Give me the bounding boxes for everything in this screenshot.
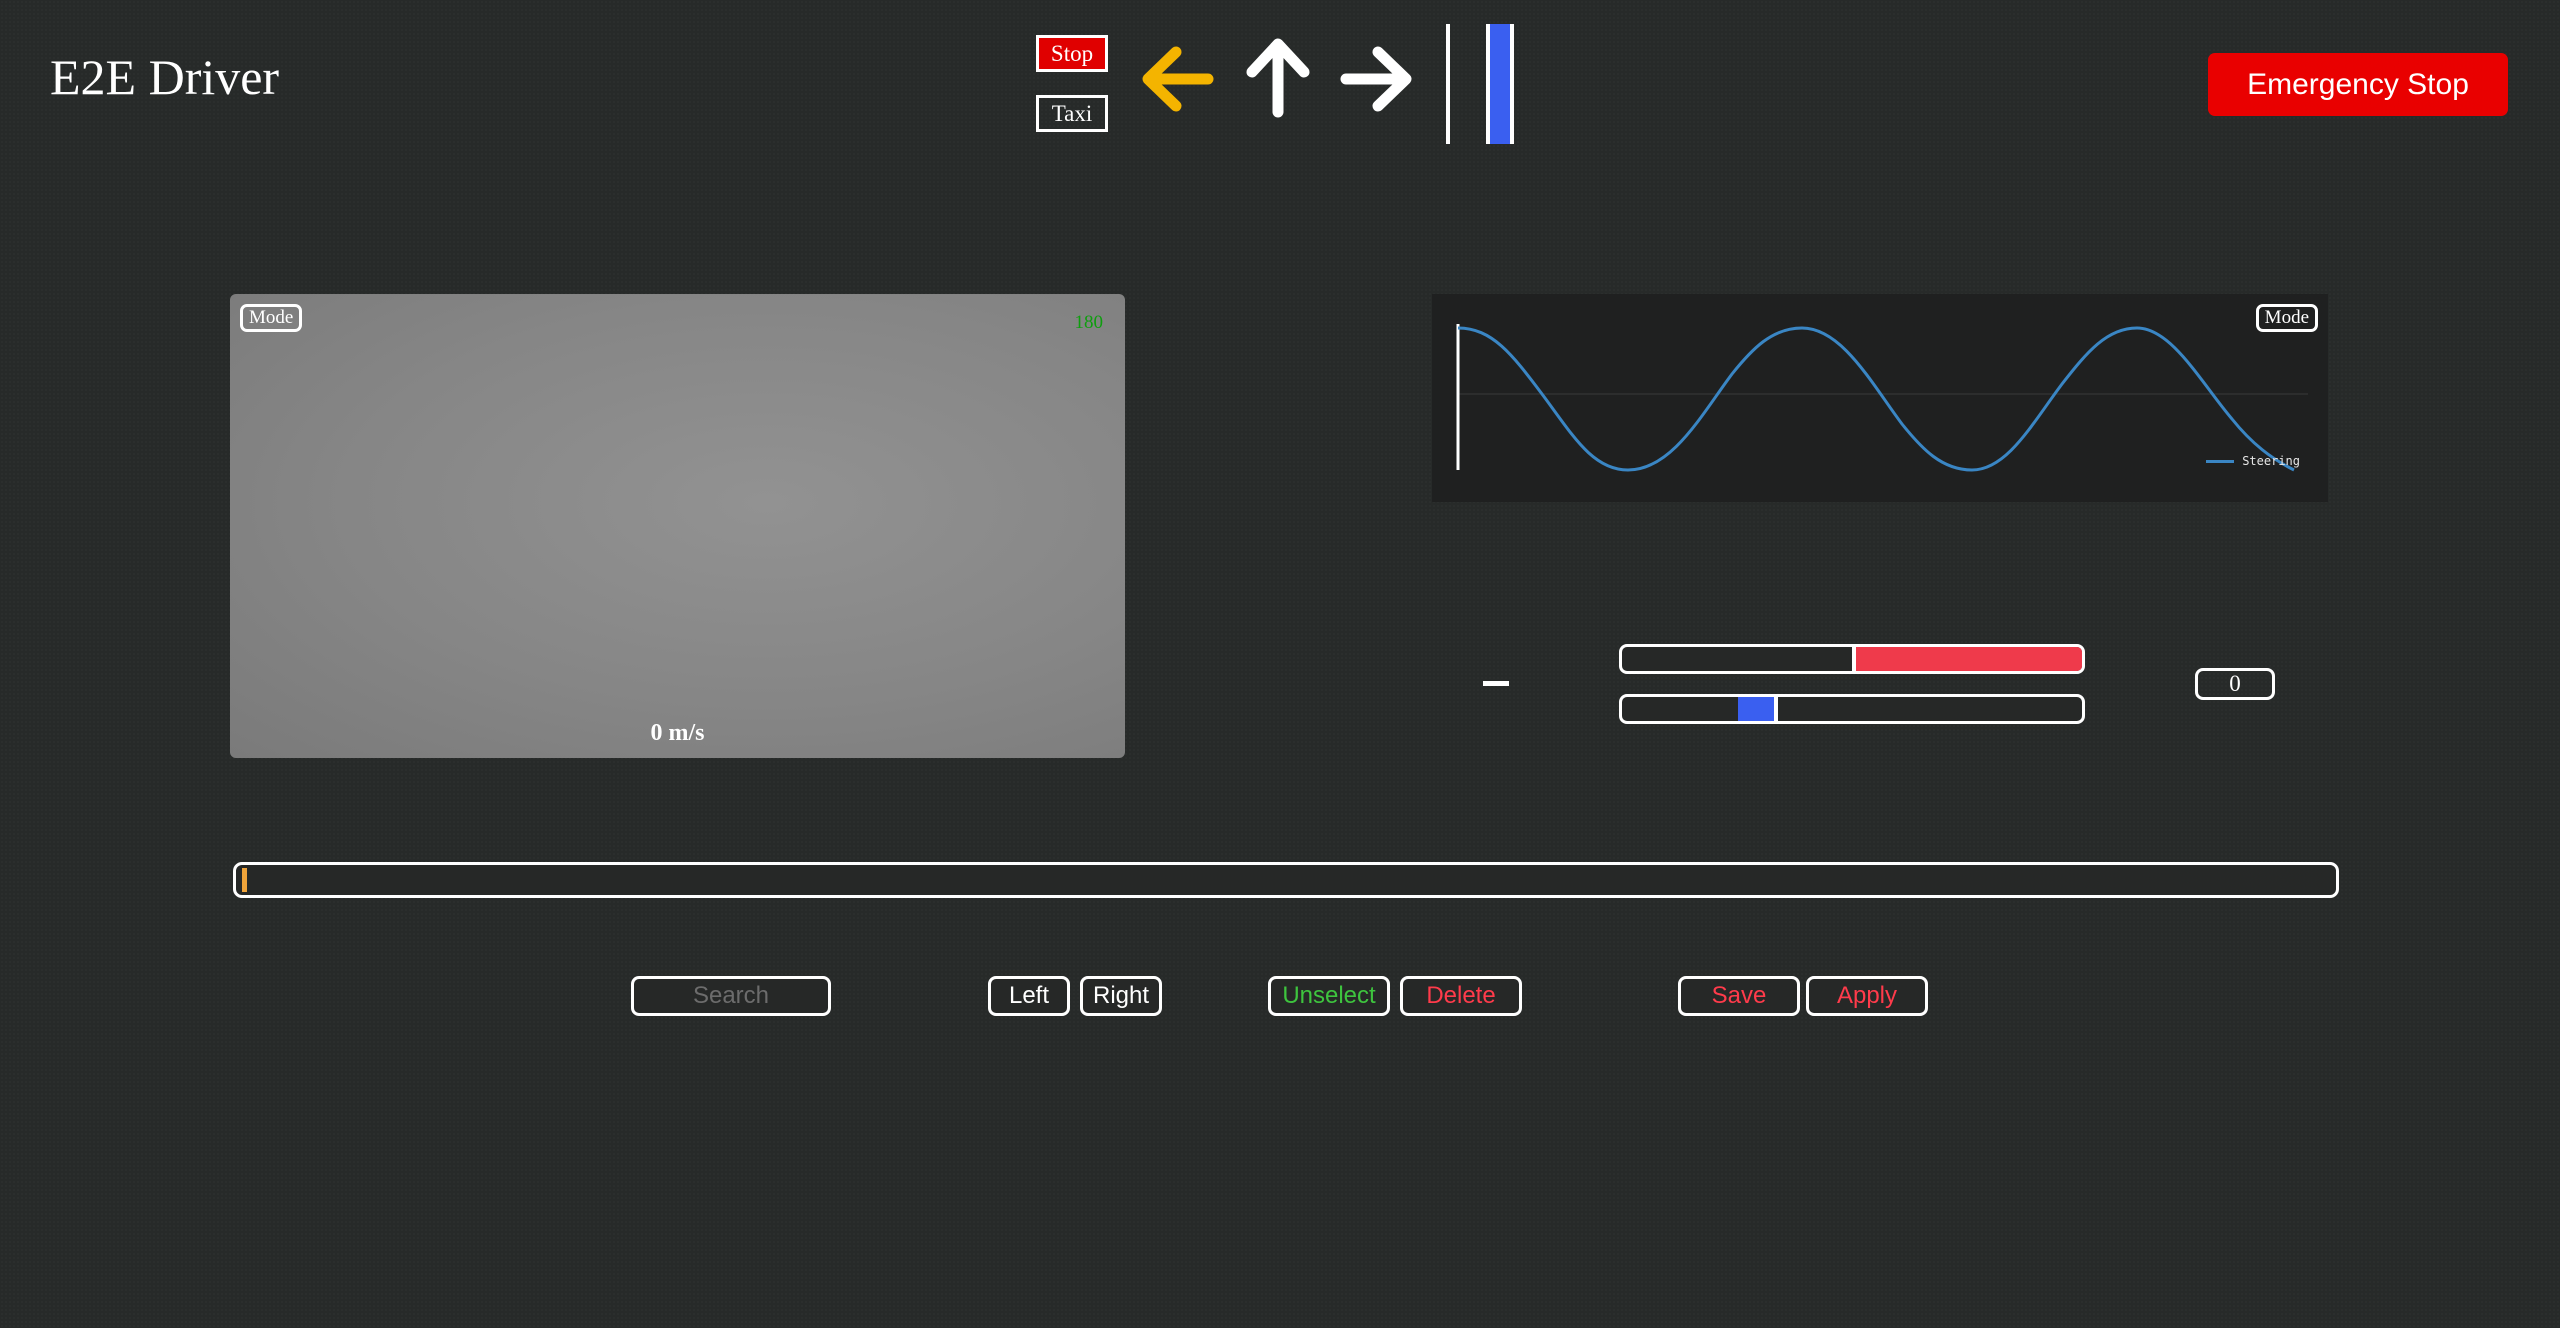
left-button[interactable]: Left — [988, 976, 1070, 1016]
steering-series — [1457, 326, 2295, 472]
camera-fps-readout: 180 — [1074, 312, 1104, 333]
steering-handle[interactable] — [1738, 697, 1779, 721]
save-button[interactable]: Save — [1678, 976, 1800, 1016]
search-input[interactable]: Search — [631, 976, 831, 1016]
level-indicator-bar — [1486, 24, 1514, 144]
speed-readout: 0 m/s — [650, 720, 705, 746]
camera-mode-button[interactable]: Mode — [240, 304, 303, 332]
steering-graph: Mode Steering — [1432, 294, 2328, 502]
separator-line — [1446, 24, 1450, 144]
timeline-slider[interactable] — [233, 862, 2339, 898]
stop-mode-button[interactable]: Stop — [1036, 35, 1108, 72]
steering-plot — [1456, 324, 2308, 472]
unselect-button[interactable]: Unselect — [1268, 976, 1390, 1016]
delete-button[interactable]: Delete — [1400, 976, 1522, 1016]
graph-legend: Steering — [2206, 454, 2300, 468]
app-title: E2E Driver — [50, 49, 280, 105]
camera-view: Mode 180 0 m/s — [230, 294, 1125, 758]
graph-mode-button[interactable]: Mode — [2255, 304, 2318, 332]
right-button[interactable]: Right — [1080, 976, 1162, 1016]
legend-label: Steering — [2242, 454, 2300, 468]
value-readout[interactable]: 0 — [2195, 668, 2275, 700]
throttle-fill — [1852, 647, 2082, 671]
arrow-right-icon[interactable] — [1338, 34, 1418, 124]
arrow-left-icon[interactable] — [1136, 34, 1216, 124]
arrow-up-icon[interactable] — [1238, 34, 1318, 124]
throttle-slider[interactable] — [1619, 644, 2085, 674]
minus-icon — [1483, 681, 1509, 686]
apply-button[interactable]: Apply — [1806, 976, 1928, 1016]
steering-slider[interactable] — [1619, 694, 2085, 724]
legend-swatch — [2206, 459, 2235, 463]
timeline-marker[interactable] — [242, 868, 247, 892]
taxi-mode-button[interactable]: Taxi — [1036, 95, 1108, 132]
emergency-stop-button[interactable]: Emergency Stop — [2208, 53, 2508, 116]
